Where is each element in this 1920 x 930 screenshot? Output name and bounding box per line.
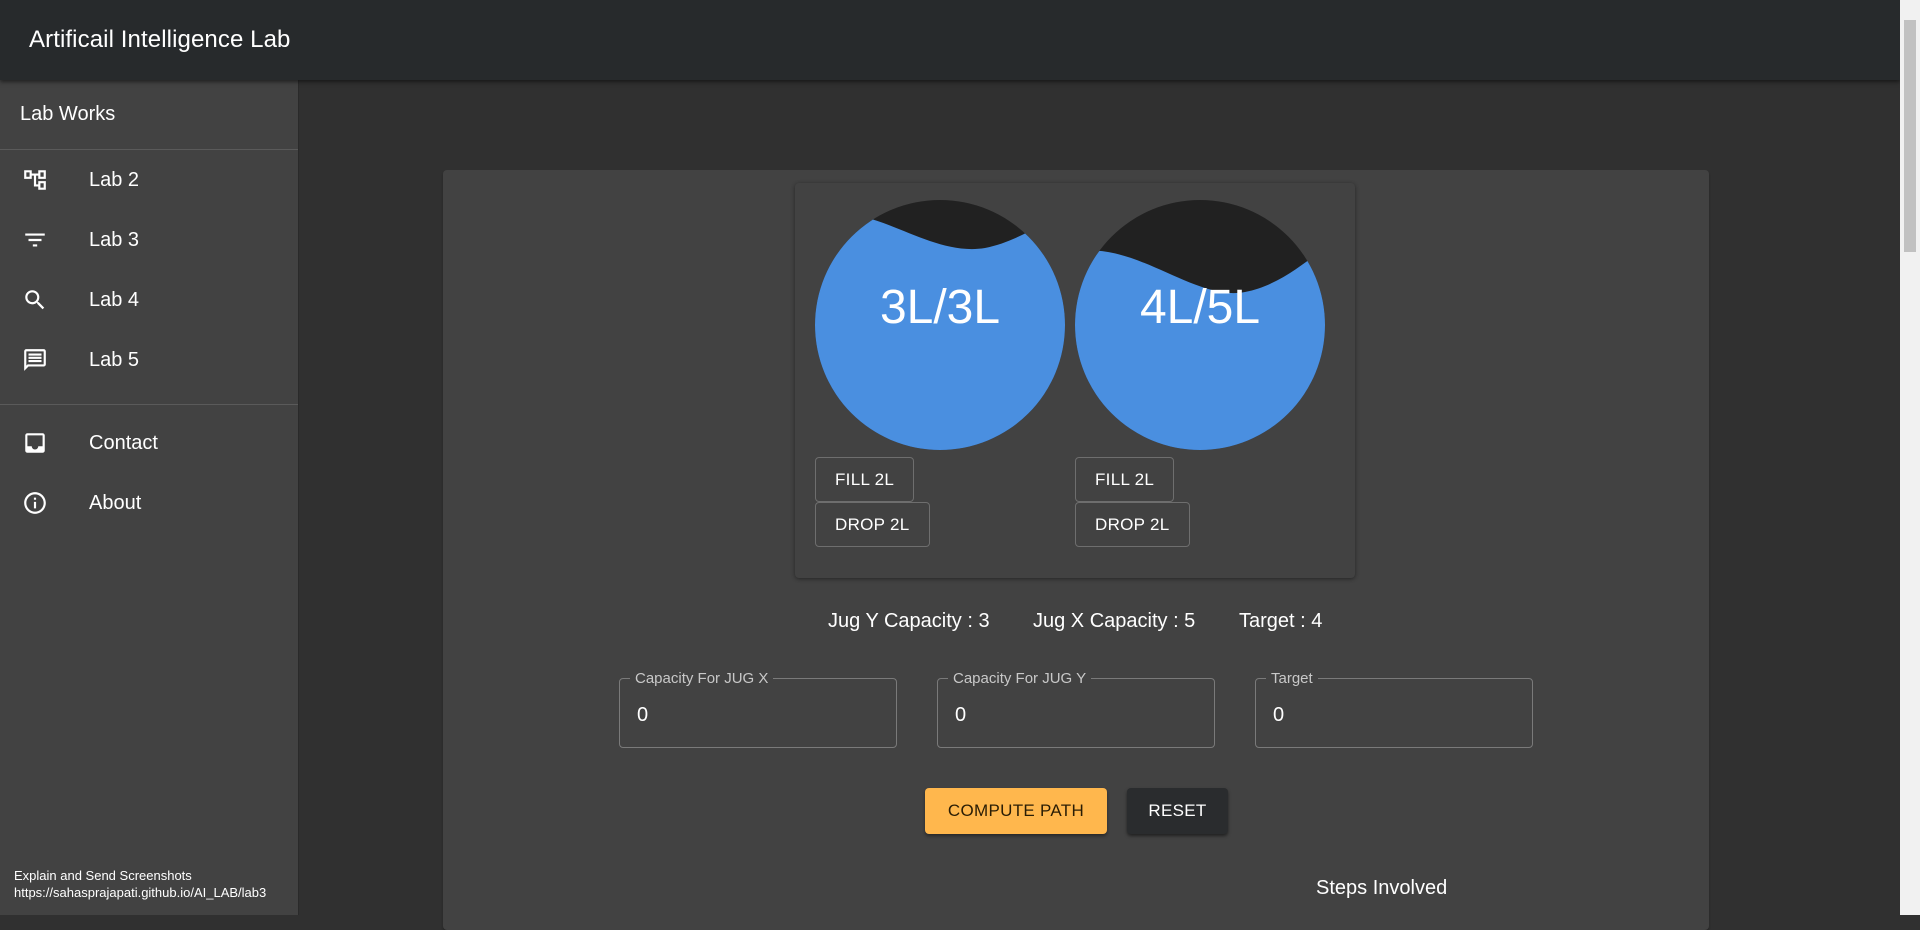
reset-button[interactable]: RESET [1127,788,1228,834]
target-field[interactable]: Target [1255,670,1533,748]
app-bar: Artificail Intelligence Lab [0,0,1900,80]
nav-item-label: Contact [89,431,158,454]
jug-y-level-label: 3L/3L [879,281,1001,334]
nav-item-contact[interactable]: Contact [0,413,298,473]
nav-item-label: Lab 5 [89,348,140,371]
nav-item-lab-4[interactable]: Lab 4 [0,270,298,330]
jug-y-capacity-field[interactable]: Capacity For JUG Y [937,670,1215,748]
filter-list-icon [0,227,70,253]
jug-x-capacity-text: Jug X Capacity : 5 [1033,610,1196,632]
drawer-footer: Explain and Send Screenshots https://sah… [14,867,266,901]
jug-x: 4L/5L [1075,200,1325,450]
drawer-header: Lab Works [0,80,298,150]
app-title: Artificail Intelligence Lab [29,26,291,53]
jug-y-fill-button[interactable]: FILL 2L [815,457,915,502]
nav-item-label: About [89,491,142,514]
footer-note: Explain and Send Screenshots [14,868,192,883]
info-icon [0,490,70,516]
jug-x-drop-button[interactable]: DROP 2L [1075,502,1190,547]
nav-item-label: Lab 2 [89,168,140,191]
steps-heading: Steps Involved [1316,877,1448,899]
nav-item-label: Lab 4 [89,288,140,311]
nav-item-about[interactable]: About [0,473,298,533]
scrollbar-thumb[interactable] [1904,20,1916,252]
side-drawer: Lab Works Lab 2 Lab 3 Lab 4 Lab 5 Contac… [0,80,299,915]
target-text: Target : 4 [1239,610,1323,632]
nav-item-lab-2[interactable]: Lab 2 [0,150,298,210]
jug-y-capacity-input[interactable] [938,679,1214,747]
footer-url: https://sahasprajapati.github.io/AI_LAB/… [14,885,267,900]
jug-x-level-label: 4L/5L [1139,281,1261,334]
chat-icon [0,347,70,373]
page-scrollbar[interactable] [1900,0,1920,915]
jug-y-drop-button[interactable]: DROP 2L [815,502,930,547]
inbox-icon [0,430,70,456]
nav-item-label: Lab 3 [89,228,140,251]
target-input[interactable] [1256,679,1532,747]
jug-y-capacity-text: Jug Y Capacity : 3 [828,610,990,632]
nav-item-lab-3[interactable]: Lab 3 [0,210,298,270]
account-tree-icon [0,167,70,193]
nav-item-lab-5[interactable]: Lab 5 [0,330,298,390]
jug-panel: 3L/3L 4L/5L FILL 2L DROP 2L FILL 2L DROP… [795,183,1355,578]
jug-x-fill-button[interactable]: FILL 2L [1075,457,1175,502]
compute-path-button[interactable]: COMPUTE PATH [925,788,1107,834]
jug-x-capacity-field[interactable]: Capacity For JUG X [619,670,897,748]
jug-x-capacity-input[interactable] [620,679,896,747]
search-icon [0,287,70,313]
drawer-divider [0,404,298,405]
jug-y: 3L/3L [815,200,1065,450]
